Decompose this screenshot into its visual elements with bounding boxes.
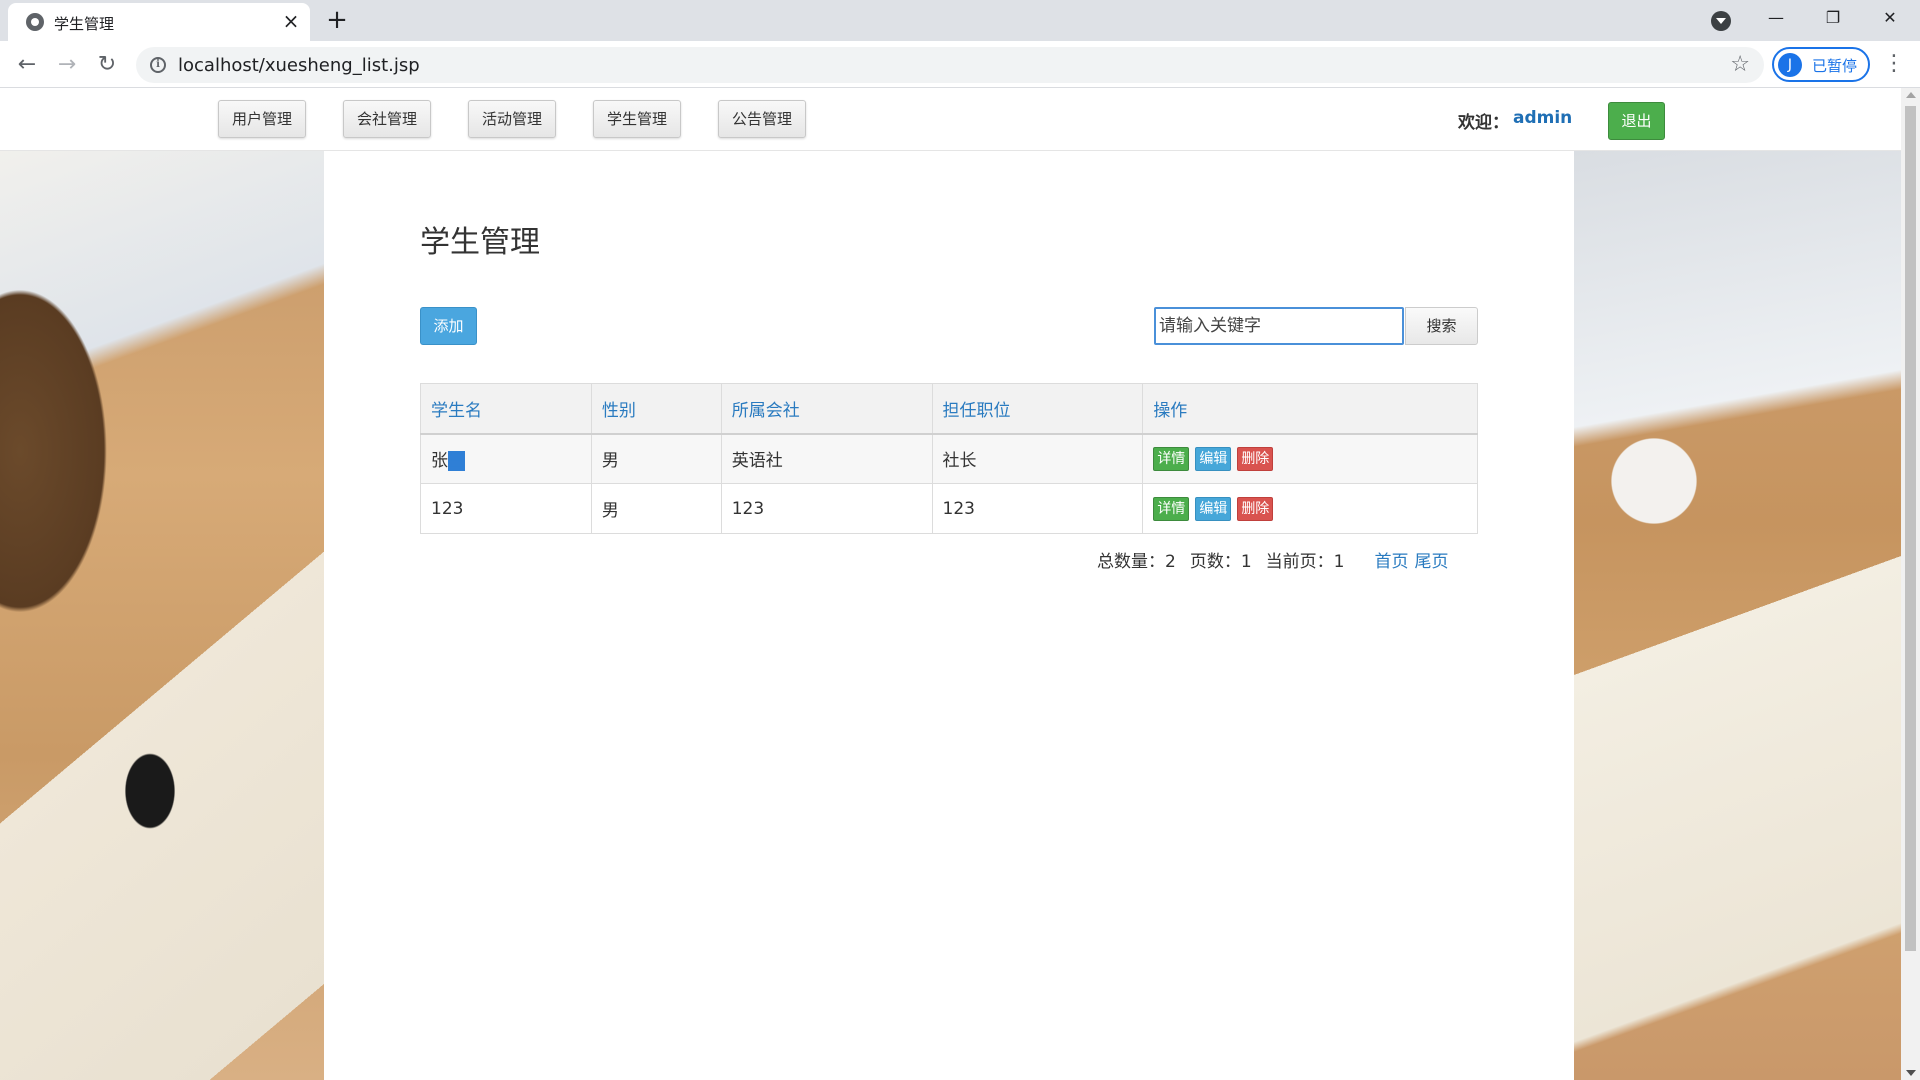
reload-icon[interactable]: ↻ <box>92 50 122 80</box>
browser-tab-strip: 学生管理 × + — ❐ ✕ <box>0 0 1920 41</box>
pagination: 总数量：2 页数：1 当前页：1 首页 尾页 <box>1097 547 1454 572</box>
background-photo-right <box>1574 151 1901 1080</box>
scroll-down-arrow-icon[interactable] <box>1906 1070 1916 1076</box>
nav-club-management[interactable]: 会社管理 <box>343 100 431 138</box>
nav-student-management[interactable]: 学生管理 <box>593 100 681 138</box>
bookmark-star-icon[interactable]: ☆ <box>1730 52 1750 77</box>
page-viewport: 用户管理 会社管理 活动管理 学生管理 公告管理 欢迎： admin 退出 学生… <box>0 88 1901 1080</box>
new-tab-button[interactable]: + <box>322 6 352 36</box>
last-page-link[interactable]: 尾页 <box>1414 552 1448 572</box>
column-header-position[interactable]: 担任职位 <box>931 383 1144 435</box>
delete-button[interactable]: 删除 <box>1237 446 1274 471</box>
nav-user-management[interactable]: 用户管理 <box>218 100 306 138</box>
student-table: 学生名 性别 所属会社 担任职位 操作 张三 男 英语社 社长 详情编辑删除 <box>420 383 1478 534</box>
column-header-actions[interactable]: 操作 <box>1142 383 1478 435</box>
cell-student-name: 张三 <box>420 433 592 484</box>
window-close-icon[interactable]: ✕ <box>1860 0 1920 36</box>
column-header-name[interactable]: 学生名 <box>420 383 592 435</box>
browser-tab[interactable]: 学生管理 × <box>8 3 310 41</box>
detail-button[interactable]: 详情 <box>1153 496 1190 521</box>
table-row: 张三 男 英语社 社长 详情 编辑 删除 <box>420 433 1478 484</box>
cell-position: 123 <box>931 483 1144 534</box>
scrollbar-thumb[interactable] <box>1905 106 1916 951</box>
current-page: 当前页：1 <box>1265 552 1345 572</box>
profile-sync-button[interactable]: J 已暂停 <box>1772 47 1870 82</box>
edit-button[interactable]: 编辑 <box>1195 446 1232 471</box>
address-bar[interactable]: i localhost/xuesheng_list.jsp ☆ <box>136 47 1764 83</box>
detail-button[interactable]: 详情 <box>1153 446 1190 471</box>
info-icon[interactable]: i <box>150 57 166 73</box>
cell-actions: 详情 编辑 删除 <box>1142 433 1478 484</box>
minimize-icon[interactable]: — <box>1746 0 1806 36</box>
page-title: 学生管理 <box>420 225 540 260</box>
logout-button[interactable]: 退出 <box>1608 102 1665 140</box>
back-arrow-icon[interactable]: ← <box>12 50 42 80</box>
column-header-gender[interactable]: 性别 <box>590 383 722 435</box>
sync-status-label: 已暂停 <box>1812 57 1858 75</box>
total-count: 总数量：2 <box>1097 552 1176 572</box>
search-button[interactable]: 搜索 <box>1405 307 1478 345</box>
profile-avatar: J <box>1778 53 1802 77</box>
browser-toolbar: ← → ↻ i localhost/xuesheng_list.jsp ☆ J … <box>0 41 1920 88</box>
tab-title: 学生管理 <box>54 15 115 33</box>
restore-icon[interactable]: ❐ <box>1803 0 1863 36</box>
page-scrollbar[interactable] <box>1901 88 1920 1080</box>
cell-gender: 男 <box>590 433 722 484</box>
cell-student-name: 123 <box>420 483 592 534</box>
main-content: 学生管理 添加 搜索 学生名 性别 所属会社 担任职位 操作 张三 男 <box>324 151 1574 1080</box>
selected-text: 三 <box>448 451 465 472</box>
cell-club: 英语社 <box>720 433 933 484</box>
scroll-up-arrow-icon[interactable] <box>1906 92 1916 98</box>
background-photo-left <box>0 151 324 1080</box>
search-input[interactable] <box>1154 307 1404 345</box>
nav-notice-management[interactable]: 公告管理 <box>718 100 806 138</box>
edit-button[interactable]: 编辑 <box>1195 496 1232 521</box>
forward-arrow-icon[interactable]: → <box>52 50 82 80</box>
page-count: 页数：1 <box>1189 552 1252 572</box>
tab-search-icon[interactable] <box>1711 11 1731 31</box>
globe-icon <box>26 13 44 31</box>
add-button[interactable]: 添加 <box>420 307 477 345</box>
table-row: 123 男 123 123 详情 编辑 删除 <box>420 483 1478 534</box>
top-navigation: 用户管理 会社管理 活动管理 学生管理 公告管理 欢迎： admin 退出 <box>0 88 1901 151</box>
cell-position: 社长 <box>931 433 1144 484</box>
nav-activity-management[interactable]: 活动管理 <box>468 100 556 138</box>
cell-actions: 详情 编辑 删除 <box>1142 483 1478 534</box>
cell-club: 123 <box>720 483 933 534</box>
name-text: 张 <box>431 451 448 472</box>
first-page-link[interactable]: 首页 <box>1374 552 1408 572</box>
table-header-row: 学生名 性别 所属会社 担任职位 操作 <box>420 383 1478 435</box>
welcome-label: 欢迎： <box>1458 113 1509 133</box>
current-username: admin <box>1513 108 1573 128</box>
delete-button[interactable]: 删除 <box>1237 496 1274 521</box>
cell-gender: 男 <box>590 483 722 534</box>
column-header-club[interactable]: 所属会社 <box>720 383 933 435</box>
more-menu-icon[interactable]: ⋮ <box>1882 50 1906 80</box>
url-text[interactable]: localhost/xuesheng_list.jsp <box>178 55 420 76</box>
close-tab-icon[interactable]: × <box>280 10 302 32</box>
